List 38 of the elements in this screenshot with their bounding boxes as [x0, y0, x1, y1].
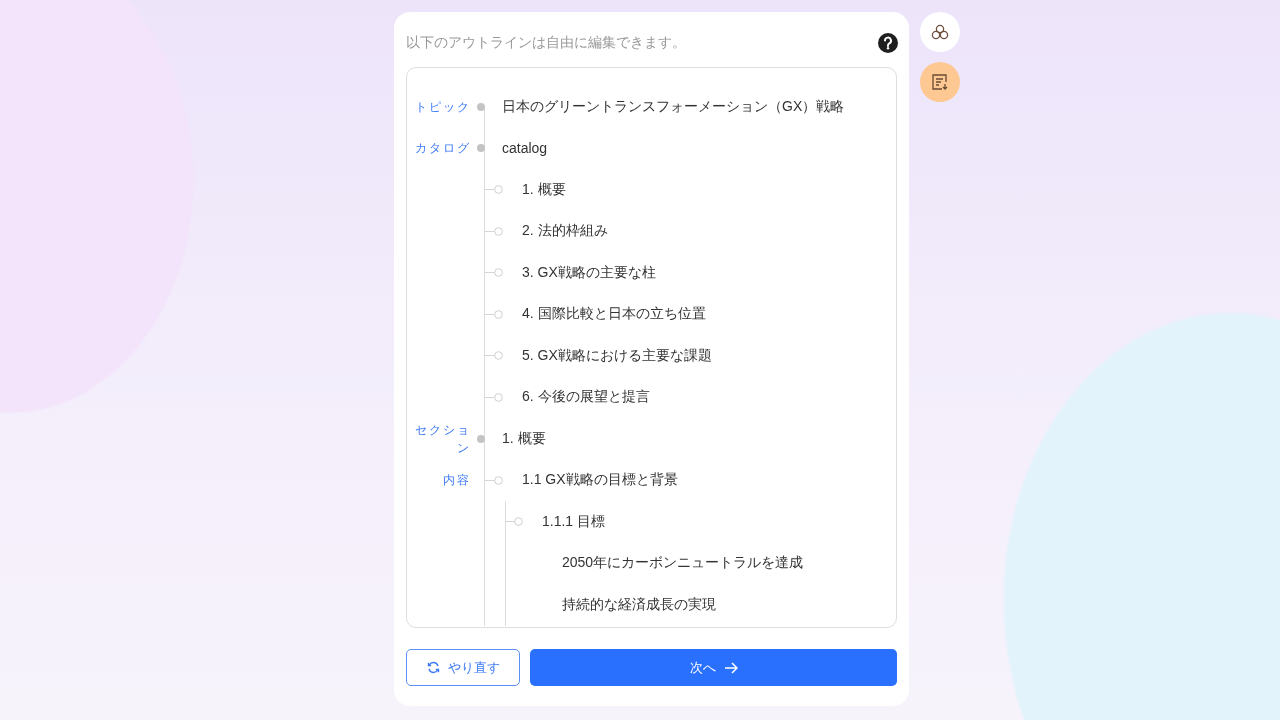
three-circles-icon: [931, 24, 949, 40]
connector-node-icon: [485, 309, 503, 319]
outline-item[interactable]: 3. GX戦略の主要な柱: [522, 263, 656, 282]
outline-item[interactable]: 持続的な経済成長の実現: [562, 595, 716, 614]
connector-node-icon: [485, 351, 503, 361]
export-button[interactable]: [920, 62, 960, 102]
refresh-icon: [426, 661, 440, 674]
connector-node-icon: [505, 517, 523, 527]
shapes-button[interactable]: [920, 12, 960, 52]
outline-item[interactable]: 5. GX戦略における主要な課題: [522, 346, 712, 365]
connector-node-icon: [485, 226, 503, 236]
document-arrow-icon: [931, 74, 949, 90]
outline-item[interactable]: 1.1 GX戦略の目標と背景: [522, 471, 678, 490]
instruction-text: 以下のアウトラインは自由に編集できます。: [406, 34, 686, 52]
bullet-dot-icon: [477, 434, 485, 443]
outline-item[interactable]: 2. 法的枠組み: [522, 222, 608, 241]
bullet-dot-icon: [477, 102, 485, 111]
outline-level-label: トピック: [414, 98, 471, 116]
redo-button[interactable]: やり直す: [406, 649, 520, 686]
connector-node-icon: [485, 185, 503, 195]
help-icon[interactable]: [878, 33, 898, 53]
connector-node-icon: [485, 268, 503, 278]
outline-item[interactable]: 6. 今後の展望と提言: [522, 388, 650, 407]
outline-item[interactable]: 2050年にカーボンニュートラルを達成: [562, 554, 804, 573]
outline-item[interactable]: 1. 概要: [502, 429, 546, 448]
outline-item[interactable]: 4. 国際比較と日本の立ち位置: [522, 305, 706, 324]
next-button[interactable]: 次へ: [530, 649, 897, 686]
outline-level-label: 内容: [442, 472, 471, 490]
outline-level-label: カタログ: [414, 140, 471, 158]
outline-item[interactable]: catalog: [502, 140, 548, 157]
outline-level-label: セクション: [414, 421, 471, 457]
outline-item[interactable]: 1. 概要: [522, 180, 566, 199]
outline-item[interactable]: 1.1.1 目標: [542, 512, 606, 531]
connector-node-icon: [485, 392, 503, 402]
connector-node-icon: [485, 475, 503, 485]
bullet-dot-icon: [477, 144, 485, 153]
outline-item[interactable]: 日本のグリーントランスフォーメーション（GX）戦略: [502, 97, 845, 116]
arrow-right-icon: [723, 661, 738, 674]
